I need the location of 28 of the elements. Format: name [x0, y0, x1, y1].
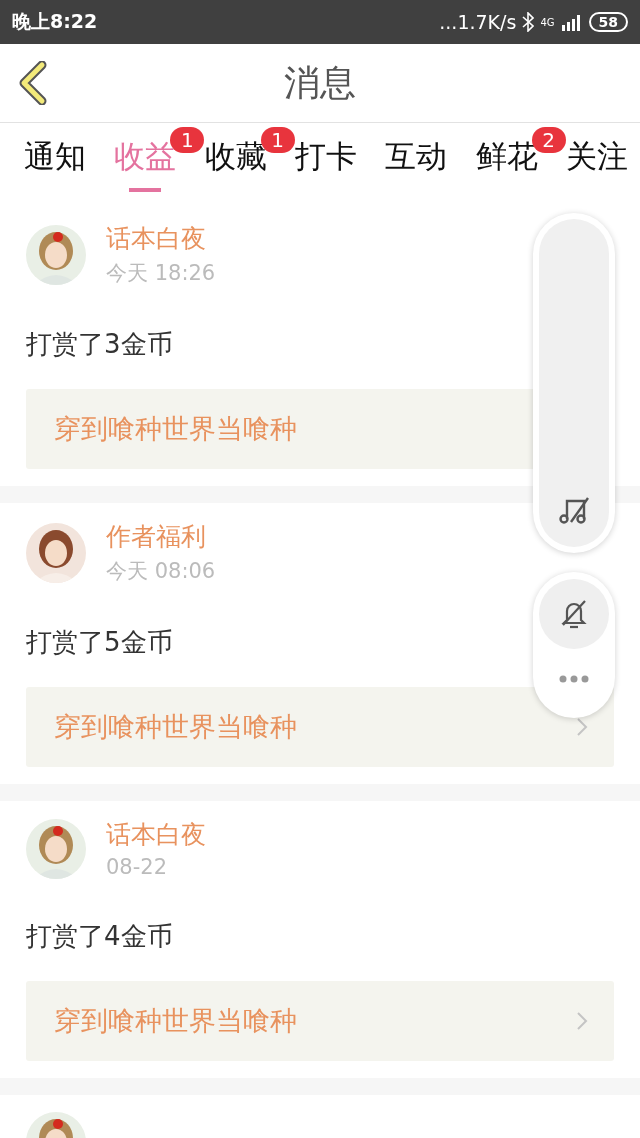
tab[interactable]: 打卡: [295, 137, 357, 192]
bell-off-icon: [559, 598, 589, 630]
tab[interactable]: 关注: [565, 137, 628, 192]
tab[interactable]: 通知: [24, 137, 86, 192]
message-time: 08-22: [106, 855, 169, 879]
music-off-icon[interactable]: [558, 495, 590, 525]
message-text: 打赏了5金币: [26, 626, 173, 659]
book-link[interactable]: 穿到喰种世界当喰种: [26, 687, 614, 767]
book-link[interactable]: 穿到喰种世界当喰种: [26, 981, 614, 1061]
chevron-icon: [576, 717, 588, 737]
network-type: 4G: [540, 16, 555, 28]
message-text: 打赏了4金币: [26, 920, 173, 953]
more-icon[interactable]: [559, 675, 589, 683]
message-time: 今天 18:26: [106, 260, 216, 287]
status-time: 晚上8:22: [12, 9, 98, 34]
bluetooth-icon: [522, 12, 535, 32]
message-text: 打赏了3金币: [26, 328, 173, 361]
mute-button[interactable]: [539, 579, 609, 649]
chevron-icon: [576, 1011, 588, 1031]
battery-level: 58: [588, 12, 628, 32]
signal-icon: [560, 13, 583, 31]
sender-name[interactable]: 作者福利: [106, 520, 216, 553]
sender-name[interactable]: 话本白夜: [106, 818, 206, 851]
tab[interactable]: 互动: [385, 137, 448, 192]
page-title: 消息: [284, 60, 356, 105]
sender-name[interactable]: 话本白夜: [106, 222, 216, 255]
message-time: 今天 08:06: [106, 558, 216, 585]
network-speed: ...1.7K/s: [439, 11, 517, 33]
